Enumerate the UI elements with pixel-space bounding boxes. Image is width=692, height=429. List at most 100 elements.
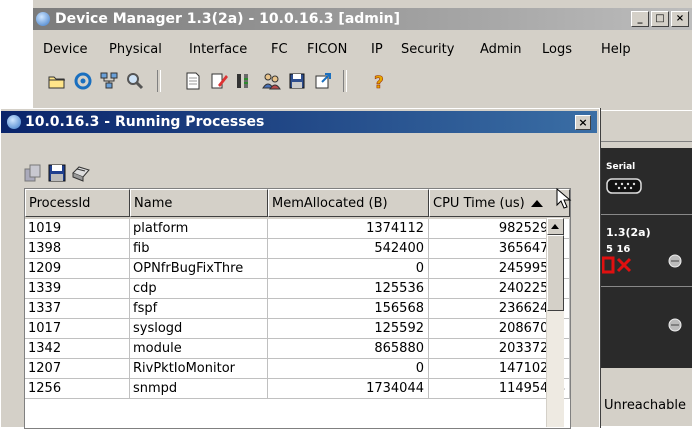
cell-name: module: [130, 339, 268, 358]
scroll-thumb[interactable]: [547, 235, 564, 311]
table-row[interactable]: 1398 fib 542400 36564737: [25, 239, 570, 259]
document-icon[interactable]: [183, 71, 203, 91]
secondary-toolbar: [593, 110, 692, 142]
cell-processid: 1256: [25, 379, 130, 398]
port-down-icon[interactable]: [602, 256, 636, 276]
table-row[interactable]: 1017 syslogd 125592 20867025: [25, 319, 570, 339]
table-row[interactable]: 1337 fspf 156568 23662467: [25, 299, 570, 319]
cell-processid: 1342: [25, 339, 130, 358]
menu-ficon[interactable]: FICON: [307, 40, 347, 60]
menu-ip[interactable]: IP: [371, 40, 383, 60]
dialog-title-bar[interactable]: 10.0.16.3 - Running Processes ×: [1, 111, 597, 133]
vertical-scrollbar[interactable]: [546, 218, 564, 427]
menu-physical[interactable]: Physical: [109, 40, 162, 60]
cell-memallocated: 0: [268, 259, 429, 278]
table-row[interactable]: 1256 snmpd 1734044 11495484: [25, 379, 570, 399]
network-icon[interactable]: [99, 71, 119, 91]
cell-name: OPNfrBugFixThre: [130, 259, 268, 278]
table-row[interactable]: 1339 cdp 125536 24022507: [25, 279, 570, 299]
menu-bar: Device Physical Interface FC FICON IP Se…: [33, 40, 692, 60]
dialog-title: 10.0.16.3 - Running Processes: [25, 114, 265, 130]
edit-icon[interactable]: [209, 71, 229, 91]
log-icon[interactable]: [233, 71, 253, 91]
cell-memallocated: 865880: [268, 339, 429, 358]
device-chassis-view[interactable]: Serial 1.3(2a) 5 16: [598, 148, 692, 368]
dialog-close-button[interactable]: ×: [575, 115, 591, 130]
column-label: MemAllocated (B): [272, 196, 388, 211]
zoom-icon[interactable]: [125, 71, 145, 91]
minimize-button[interactable]: _: [631, 11, 649, 27]
module-port-numbers: 5 16: [606, 244, 631, 255]
menu-logs[interactable]: Logs: [542, 40, 572, 60]
window-controls: _ □ ×: [631, 11, 689, 27]
module-divider: [600, 286, 692, 287]
cell-name: cdp: [130, 279, 268, 298]
menu-fc[interactable]: FC: [271, 40, 288, 60]
cell-name: fib: [130, 239, 268, 258]
module-divider: [600, 214, 692, 215]
app-icon: [36, 12, 50, 26]
open-folder-icon[interactable]: [47, 71, 67, 91]
cell-memallocated: 1734044: [268, 379, 429, 398]
running-processes-dialog: 10.0.16.3 - Running Processes × ProcessI…: [0, 108, 600, 429]
processes-table: ProcessId Name MemAllocated (B) CPU Time…: [24, 188, 571, 429]
menu-admin[interactable]: Admin: [480, 40, 521, 60]
column-label: CPU Time (us): [433, 196, 525, 211]
cell-name: syslogd: [130, 319, 268, 338]
app-icon: [7, 115, 21, 129]
users-icon[interactable]: [261, 71, 281, 91]
cell-processid: 1339: [25, 279, 130, 298]
menu-help[interactable]: Help: [601, 40, 631, 60]
cell-processid: 1337: [25, 299, 130, 318]
table-row[interactable]: 1209 OPNfrBugFixThre 0 24599517: [25, 259, 570, 279]
table-row[interactable]: 1019 platform 1374112 98252963: [25, 219, 570, 239]
svg-text:?: ?: [374, 73, 384, 91]
refresh-icon[interactable]: [73, 71, 93, 91]
column-header-cputime[interactable]: CPU Time (us): [429, 189, 570, 217]
column-header-memallocated[interactable]: MemAllocated (B): [268, 189, 429, 217]
cell-processid: 1209: [25, 259, 130, 278]
main-title-bar[interactable]: Device Manager 1.3(2a) - 10.0.16.3 [admi…: [33, 8, 692, 30]
cell-name: snmpd: [130, 379, 268, 398]
toolbar-separator: [343, 70, 347, 92]
save-icon[interactable]: [287, 71, 307, 91]
cell-processid: 1019: [25, 219, 130, 238]
module-version-label: 1.3(2a): [606, 226, 651, 239]
screw-icon: [668, 318, 682, 332]
status-text: Unreachable: [604, 398, 686, 413]
table-body: 1019 platform 1374112 98252963 1398 fib 542400…: [25, 219, 570, 399]
save-icon[interactable]: [47, 163, 67, 183]
toolbar-separator: [157, 70, 161, 92]
cell-memallocated: 156568: [268, 299, 429, 318]
cell-memallocated: 1374112: [268, 219, 429, 238]
column-label: ProcessId: [29, 196, 91, 211]
mouse-cursor-icon: [556, 188, 572, 209]
help-icon[interactable]: ?: [369, 71, 389, 91]
main-toolbar: ?: [33, 66, 692, 94]
table-header: ProcessId Name MemAllocated (B) CPU Time…: [25, 189, 570, 219]
cell-processid: 1398: [25, 239, 130, 258]
table-row[interactable]: 1207 RivPktIoMonitor 0 14710243: [25, 359, 570, 379]
table-row[interactable]: 1342 module 865880 20337281: [25, 339, 570, 359]
maximize-button[interactable]: □: [651, 11, 669, 27]
scroll-up-button[interactable]: [547, 218, 564, 235]
sort-ascending-icon: [530, 200, 543, 207]
cell-memallocated: 542400: [268, 239, 429, 258]
main-window-title: Device Manager 1.3(2a) - 10.0.16.3 [admi…: [55, 11, 401, 27]
menu-security[interactable]: Security: [401, 40, 454, 60]
screw-icon: [668, 254, 682, 268]
copy-icon[interactable]: [23, 163, 43, 183]
cell-name: fspf: [130, 299, 268, 318]
cell-name: RivPktIoMonitor: [130, 359, 268, 378]
cell-memallocated: 125536: [268, 279, 429, 298]
column-header-processid[interactable]: ProcessId: [25, 189, 130, 217]
serial-port-icon: [606, 178, 642, 194]
menu-interface[interactable]: Interface: [189, 40, 247, 60]
column-header-name[interactable]: Name: [130, 189, 268, 217]
cell-processid: 1017: [25, 319, 130, 338]
close-button[interactable]: ×: [671, 11, 689, 27]
serial-port-label: Serial: [606, 162, 636, 172]
print-icon[interactable]: [71, 163, 91, 183]
menu-device[interactable]: Device: [43, 40, 87, 60]
export-icon[interactable]: [313, 71, 333, 91]
